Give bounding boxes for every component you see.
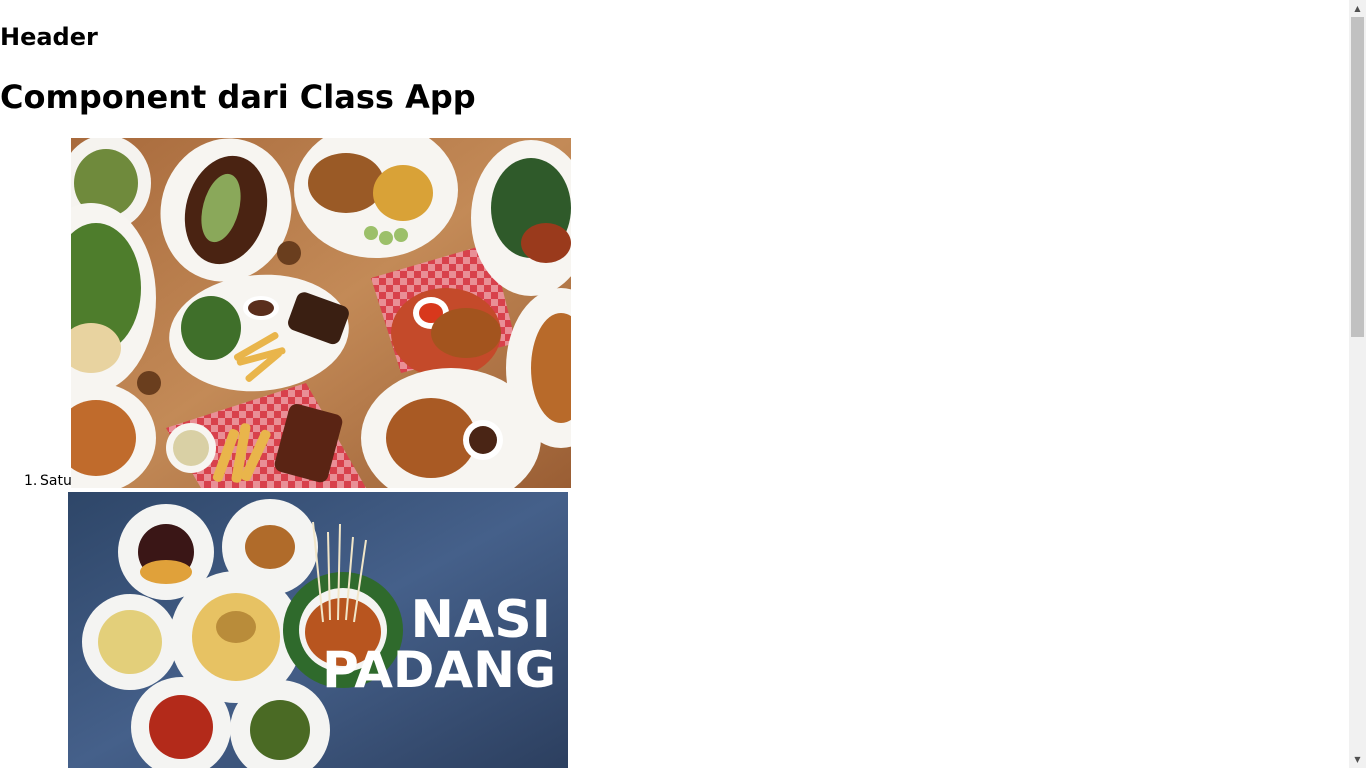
scroll-thumb[interactable] <box>1351 17 1364 337</box>
header-heading: Header <box>0 23 98 51</box>
food-spread-photo <box>71 138 571 488</box>
list-item-label: Satu <box>40 473 72 489</box>
nasi-padang-photo: NASI PADANG <box>68 492 568 768</box>
padang-text: PADANG <box>322 641 556 699</box>
page-title: Component dari Class App <box>0 78 476 116</box>
scroll-down-icon[interactable]: ▼ <box>1349 751 1366 768</box>
page-viewport: Header Component dari Class App 1. Satu <box>0 0 1349 768</box>
list-item-marker: 1. <box>24 473 38 489</box>
vertical-scrollbar[interactable]: ▲ ▼ <box>1349 0 1366 768</box>
scroll-up-icon[interactable]: ▲ <box>1349 0 1366 17</box>
